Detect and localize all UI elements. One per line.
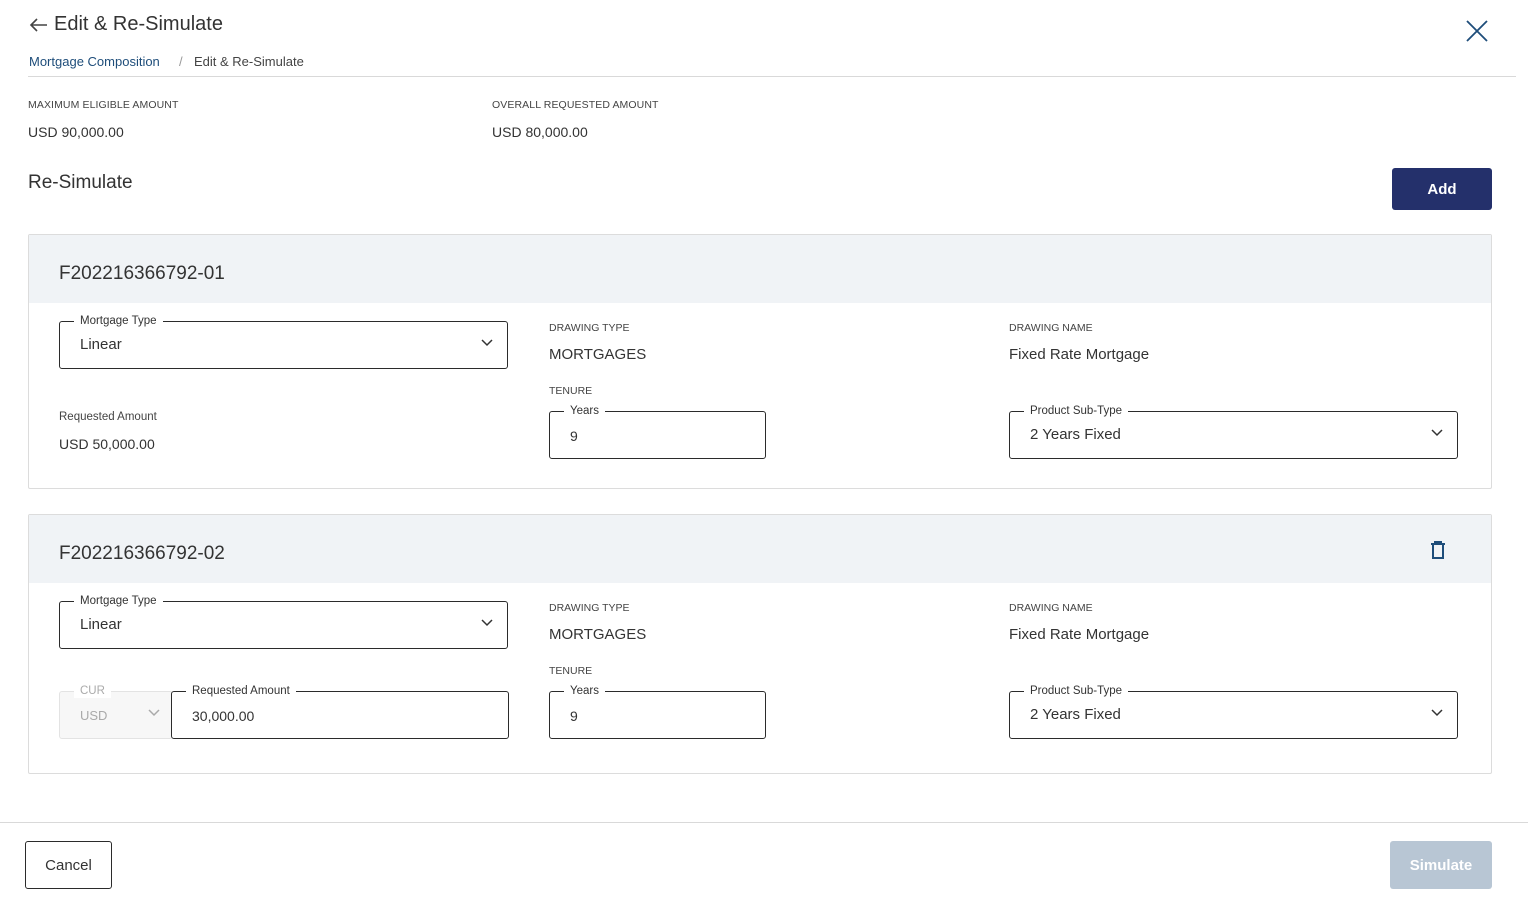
requested-amount-label: Requested Amount xyxy=(59,411,157,423)
years-value: 9 xyxy=(570,428,578,444)
page-title: Edit & Re-Simulate xyxy=(54,13,223,35)
currency-label: CUR xyxy=(74,684,111,698)
requested-amount-label: Requested Amount xyxy=(186,684,296,698)
product-subtype-select[interactable]: Product Sub-Type 2 Years Fixed xyxy=(1009,684,1458,739)
currency-select: CUR USD xyxy=(59,684,173,739)
requested-amount-value: 30,000.00 xyxy=(192,708,255,724)
drawing-type-label: DRAWING TYPE xyxy=(549,322,630,334)
currency-value: USD xyxy=(80,708,108,723)
years-input[interactable]: Years 9 xyxy=(549,684,766,739)
mortgage-type-label: Mortgage Type xyxy=(74,314,163,328)
max-eligible-value: USD 90,000.00 xyxy=(28,124,124,140)
product-subtype-label: Product Sub-Type xyxy=(1024,684,1129,698)
simulate-button[interactable]: Simulate xyxy=(1390,841,1492,889)
section-title: Re-Simulate xyxy=(28,172,133,193)
years-label: Years xyxy=(564,404,605,418)
cancel-button[interactable]: Cancel xyxy=(25,841,112,889)
drawing-name-label: DRAWING NAME xyxy=(1009,602,1093,614)
mortgage-type-select[interactable]: Mortgage Type Linear xyxy=(59,594,508,649)
tenure-label: TENURE xyxy=(549,665,593,677)
years-label: Years xyxy=(564,684,605,698)
drawing-name-value: Fixed Rate Mortgage xyxy=(1009,626,1150,643)
header-divider xyxy=(28,76,1516,77)
card-id: F202216366792-02 xyxy=(59,543,225,564)
mortgage-type-value: Linear xyxy=(80,336,122,353)
years-input[interactable]: Years 9 xyxy=(549,404,766,459)
overall-requested-value: USD 80,000.00 xyxy=(492,124,588,140)
mortgage-card: F202216366792-02 Mortgage Type Linear DR… xyxy=(28,514,1492,774)
breadcrumb-separator: / xyxy=(179,54,183,69)
mortgage-type-value: Linear xyxy=(80,616,122,633)
chevron-down-icon xyxy=(1431,709,1443,717)
product-subtype-label: Product Sub-Type xyxy=(1024,404,1129,418)
breadcrumb-current: Edit & Re-Simulate xyxy=(194,54,304,69)
drawing-type-value: MORTGAGES xyxy=(549,626,647,643)
drawing-name-value: Fixed Rate Mortgage xyxy=(1009,346,1150,363)
back-arrow-icon[interactable] xyxy=(28,14,50,36)
mortgage-card: F202216366792-01 Mortgage Type Linear DR… xyxy=(28,234,1492,489)
overall-requested-label: OVERALL REQUESTED AMOUNT xyxy=(492,99,659,111)
footer-divider xyxy=(0,822,1528,823)
card-header: F202216366792-01 xyxy=(29,235,1491,303)
product-subtype-value: 2 Years Fixed xyxy=(1030,706,1121,723)
drawing-name-label: DRAWING NAME xyxy=(1009,322,1093,334)
chevron-down-icon xyxy=(148,709,160,717)
drawing-type-value: MORTGAGES xyxy=(549,346,647,363)
mortgage-type-label: Mortgage Type xyxy=(74,594,163,608)
trash-icon[interactable] xyxy=(1429,539,1447,561)
product-subtype-select[interactable]: Product Sub-Type 2 Years Fixed xyxy=(1009,404,1458,459)
years-value: 9 xyxy=(570,708,578,724)
mortgage-type-select[interactable]: Mortgage Type Linear xyxy=(59,314,508,369)
close-icon[interactable] xyxy=(1464,18,1490,44)
max-eligible-label: MAXIMUM ELIGIBLE AMOUNT xyxy=(28,99,179,111)
card-header: F202216366792-02 xyxy=(29,515,1491,583)
drawing-type-label: DRAWING TYPE xyxy=(549,602,630,614)
chevron-down-icon xyxy=(481,339,493,347)
chevron-down-icon xyxy=(1431,429,1443,437)
chevron-down-icon xyxy=(481,619,493,627)
tenure-label: TENURE xyxy=(549,385,593,397)
breadcrumb-mortgage-composition[interactable]: Mortgage Composition xyxy=(29,54,160,69)
product-subtype-value: 2 Years Fixed xyxy=(1030,426,1121,443)
card-id: F202216366792-01 xyxy=(59,263,225,284)
requested-amount-input[interactable]: Requested Amount 30,000.00 xyxy=(171,684,509,739)
add-button[interactable]: Add xyxy=(1392,168,1492,210)
requested-amount-value: USD 50,000.00 xyxy=(59,436,155,452)
